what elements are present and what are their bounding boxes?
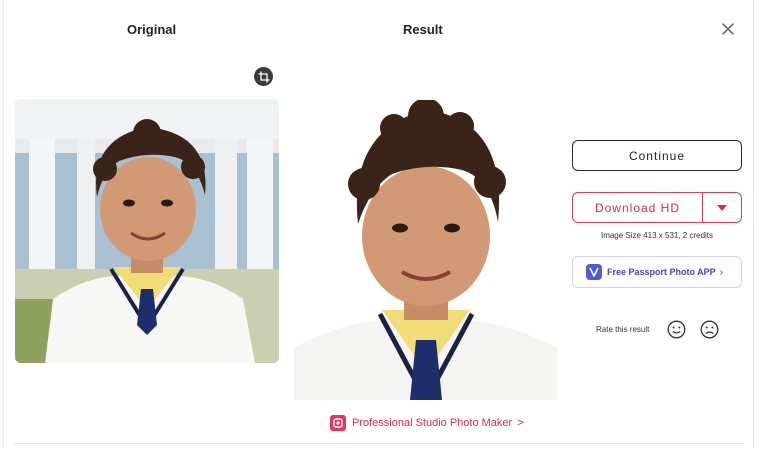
result-title: Result	[403, 22, 443, 37]
caret-down-icon	[717, 204, 727, 211]
chevron-right-icon: ›	[719, 266, 724, 278]
download-hd-button[interactable]: Download HD	[573, 193, 702, 222]
result-photo	[294, 100, 557, 400]
sad-face-icon[interactable]	[700, 320, 719, 339]
original-title: Original	[127, 22, 177, 37]
rate-label: Rate this result	[596, 325, 650, 334]
crop-icon[interactable]	[254, 67, 273, 86]
passport-app-icon	[586, 264, 602, 280]
studio-photo-maker-link[interactable]: Professional Studio Photo Maker >	[330, 414, 524, 432]
image-size-info: Image Size 413 x 531, 2 credits	[600, 231, 714, 240]
passport-app-button[interactable]: Free Passport Photo APP ›	[572, 256, 742, 288]
download-button-group: Download HD	[572, 192, 742, 223]
continue-button[interactable]: Continue	[572, 140, 742, 171]
smile-face-icon[interactable]	[667, 320, 686, 339]
close-icon[interactable]	[718, 19, 738, 39]
passport-app-label: Free Passport Photo APP	[607, 267, 716, 277]
bottom-divider	[14, 443, 744, 444]
studio-photo-maker-label: Professional Studio Photo Maker	[352, 417, 513, 429]
download-options-dropdown[interactable]	[702, 193, 741, 222]
original-photo	[15, 99, 279, 363]
studio-app-icon	[330, 415, 346, 431]
chevron-right-icon: >	[517, 417, 524, 429]
